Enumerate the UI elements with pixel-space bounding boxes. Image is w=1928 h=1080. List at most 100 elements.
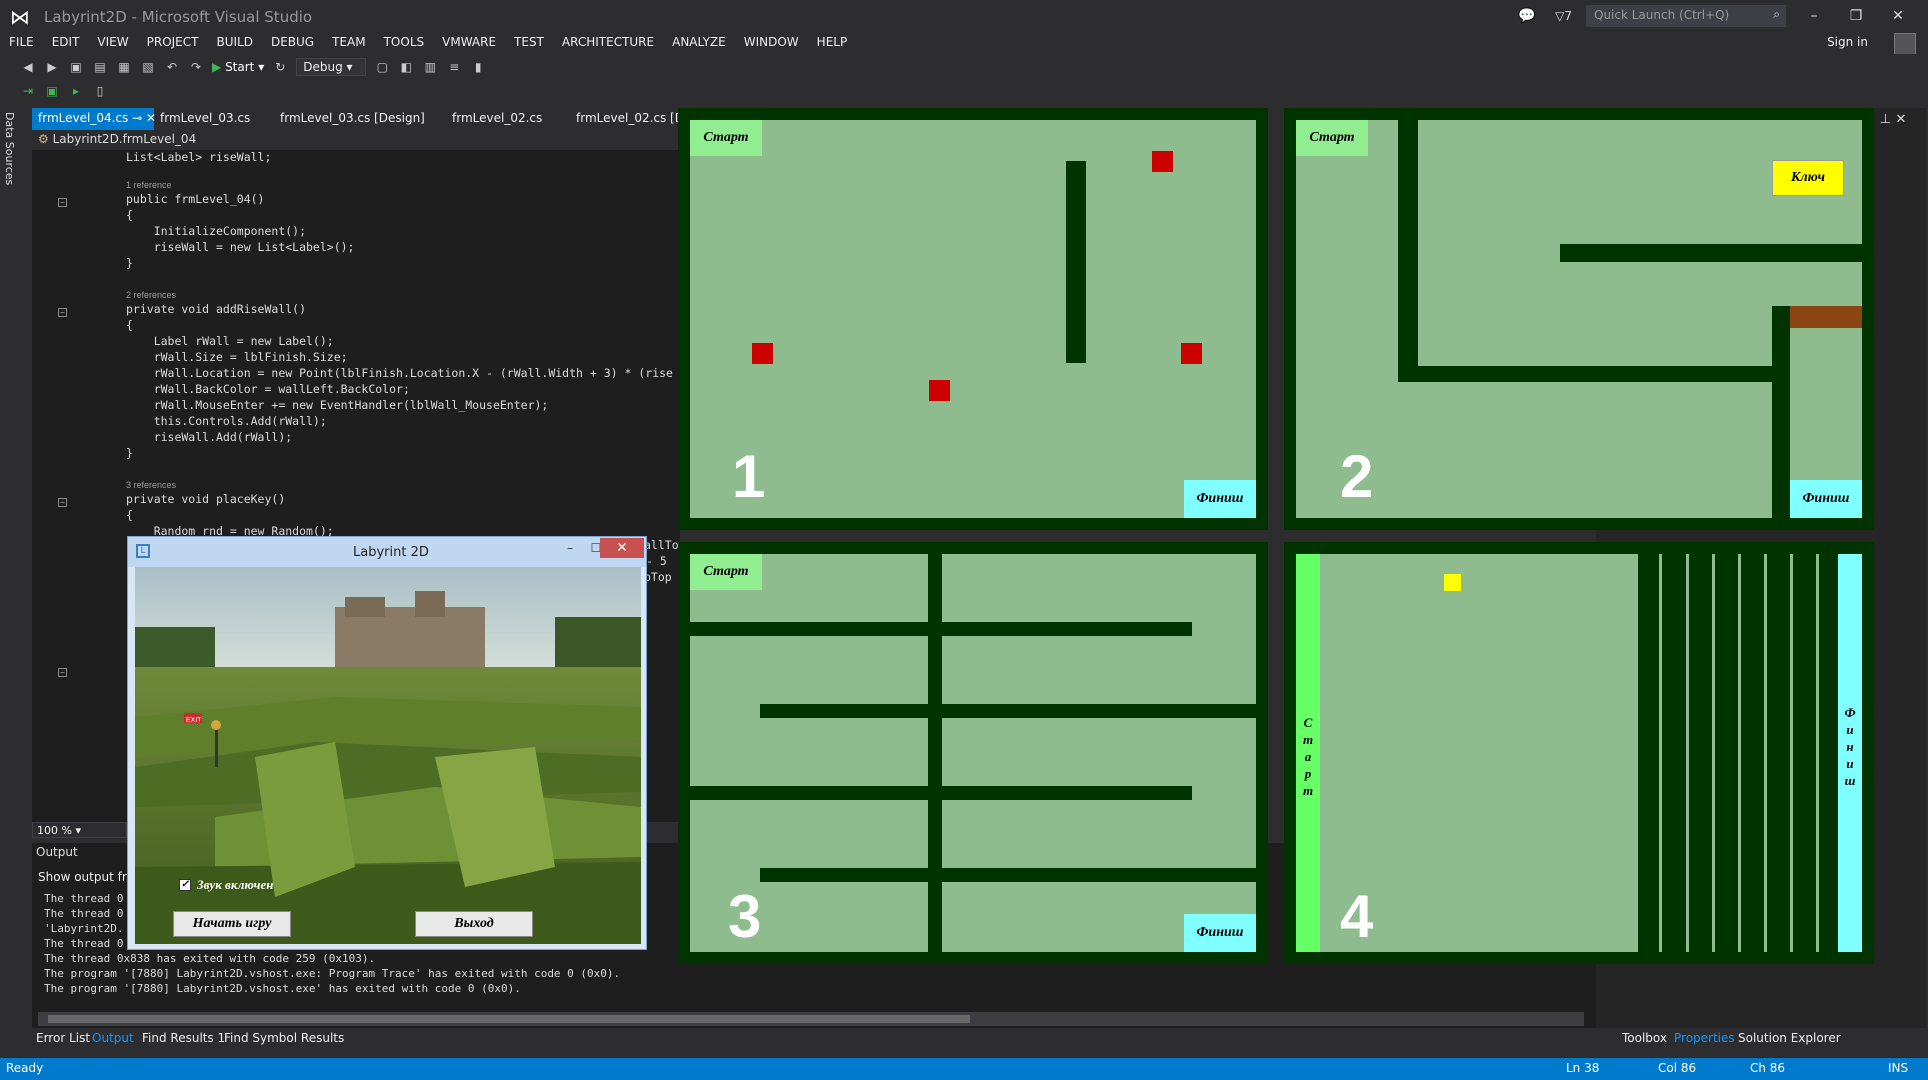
level-number: 4 (1340, 883, 1374, 950)
menu-view[interactable]: VIEW (88, 32, 137, 52)
collapse-toggle-icon[interactable]: − (58, 308, 67, 317)
restore-button[interactable]: ❐ (1842, 8, 1870, 24)
configuration-select[interactable]: Debug ▾ (296, 58, 367, 76)
quick-launch-input[interactable]: Quick Launch (Ctrl+Q) ⌕ (1586, 5, 1786, 27)
build-icon[interactable]: ▣ (44, 83, 60, 99)
code-line: rWall.BackColor = wallLeft.BackColor; (126, 382, 410, 396)
tab-find-symbol-results[interactable]: Find Symbol Results (224, 1031, 344, 1045)
zoom-select[interactable]: 100 % ▾ (32, 822, 127, 838)
menu-team[interactable]: TEAM (323, 32, 374, 52)
start-letter: т (1302, 731, 1314, 747)
minimize-button[interactable]: – (1800, 8, 1828, 24)
save-icon[interactable]: ▦ (116, 59, 132, 75)
menu-analyze[interactable]: ANALYZE (663, 32, 735, 52)
standard-toolbar: ◀ ▶ ▣ ▤ ▦ ▧ ↶ ↷ ▶ Start ▾ ↻ Debug ▾ ▢ ◧ … (0, 54, 1928, 80)
avatar[interactable] (1894, 33, 1916, 55)
menu-build[interactable]: BUILD (207, 32, 261, 52)
data-sources-tab[interactable]: Data Sources (3, 112, 16, 185)
layout-icon[interactable]: ▥ (422, 59, 438, 75)
save-all-icon[interactable]: ▧ (140, 59, 156, 75)
exit-button[interactable]: Выход (415, 911, 533, 937)
reference-count[interactable]: 1 reference (126, 180, 172, 190)
notifications-button[interactable]: ▽7 (1555, 9, 1572, 23)
status-column: Col 86 (1658, 1061, 1697, 1075)
sign-in-link[interactable]: Sign in (1827, 35, 1868, 49)
menu-debug[interactable]: DEBUG (262, 32, 323, 52)
device-icon[interactable]: ◧ (398, 59, 414, 75)
minimize-button[interactable]: – (558, 541, 582, 561)
output-line: The thread 0 (44, 907, 124, 920)
menu-vmware[interactable]: VMWARE (433, 32, 505, 52)
navigation-bar[interactable]: ⚙ Labyrint2D.frmLevel_04 (32, 130, 672, 150)
finish-letter: н (1846, 738, 1854, 754)
trap-block (752, 343, 773, 364)
menu-help[interactable]: HELP (808, 32, 857, 52)
window-icon[interactable]: ▯ (92, 83, 108, 99)
finish-label: Финиш (1184, 914, 1256, 952)
maze-wall (928, 554, 942, 952)
code-line: private void placeKey() (126, 492, 286, 506)
collapse-toggle-icon[interactable]: − (58, 198, 67, 207)
collapse-toggle-icon[interactable]: − (58, 668, 67, 677)
game-dialog: L Labyrint 2D – ☐ ✕ EXIT ✓ Звук включен … (127, 536, 647, 950)
menu-architecture[interactable]: ARCHITECTURE (553, 32, 663, 52)
bookmark-icon[interactable]: ▮ (470, 59, 486, 75)
pin-icon[interactable]: ⊸ (132, 111, 142, 125)
step-icon[interactable]: ⇥ (20, 83, 36, 99)
collapse-toggle-icon[interactable]: − (58, 498, 67, 507)
redo-icon[interactable]: ↷ (188, 59, 204, 75)
open-icon[interactable]: ▤ (92, 59, 108, 75)
tab-frmlevel04[interactable]: frmLevel_04.cs ⊸ ✕ (32, 108, 156, 130)
menu-file[interactable]: FILE (0, 32, 43, 52)
menu-tools[interactable]: TOOLS (375, 32, 434, 52)
menu-bar: FILE EDIT VIEW PROJECT BUILD DEBUG TEAM TOOLS VM… (0, 32, 1928, 54)
tab-error-list[interactable]: Error List (36, 1031, 90, 1045)
reference-count[interactable]: 3 references (126, 480, 176, 490)
menu-test[interactable]: TEST (505, 32, 553, 52)
code-fragment: - 5 (646, 554, 667, 568)
trap-block (929, 380, 950, 401)
menu-edit[interactable]: EDIT (43, 32, 89, 52)
refresh-icon[interactable]: ↻ (272, 59, 288, 75)
status-line: Ln 38 (1566, 1061, 1600, 1075)
feedback-icon[interactable]: 💬 (1513, 8, 1541, 24)
tab-toolbox[interactable]: Toolbox (1622, 1031, 1667, 1045)
run-icon[interactable]: ▸ (68, 83, 84, 99)
menu-window[interactable]: WINDOW (735, 32, 808, 52)
start-game-button[interactable]: Начать игру (173, 911, 291, 937)
tab-label: frmLevel_04.cs (38, 111, 129, 125)
player-marker (1444, 574, 1461, 591)
maze-level-4: Старт Финиш 4 (1284, 542, 1874, 964)
tab-solution-explorer[interactable]: Solution Explorer (1738, 1031, 1841, 1045)
notifications-count: 7 (1564, 9, 1572, 23)
indent-icon[interactable]: ≡ (446, 59, 462, 75)
pane-pin-close[interactable]: ⊥ ✕ (1880, 112, 1906, 127)
back-icon[interactable]: ◀ (20, 59, 36, 75)
menu-project[interactable]: PROJECT (138, 32, 208, 52)
start-letter: р (1304, 765, 1312, 781)
attach-icon[interactable]: ▢ (374, 59, 390, 75)
close-button[interactable]: ✕ (1884, 8, 1912, 24)
tab-properties[interactable]: Properties (1674, 1031, 1735, 1045)
tab-find-results[interactable]: Find Results 1 (142, 1031, 225, 1045)
tab-frmlevel03[interactable]: frmLevel_03.cs (154, 108, 256, 130)
sound-label: Звук включен (197, 877, 274, 892)
scrollbar-thumb[interactable] (48, 1015, 970, 1023)
reference-count[interactable]: 2 references (126, 290, 176, 300)
tab-frmlevel03-design[interactable]: frmLevel_03.cs [Design] (274, 108, 431, 130)
close-button[interactable]: ✕ (600, 538, 644, 558)
start-button[interactable]: ▶ Start ▾ (212, 60, 264, 74)
code-line: rWall.Location = new Point(lblFinish.Loc… (126, 366, 673, 380)
forward-icon[interactable]: ▶ (44, 59, 60, 75)
tab-output[interactable]: Output (92, 1031, 134, 1045)
sound-checkbox[interactable]: ✓ Звук включен (179, 877, 274, 893)
tab-frmlevel02[interactable]: frmLevel_02.cs (446, 108, 548, 130)
checkbox-checked-icon: ✓ (179, 879, 191, 891)
new-project-icon[interactable]: ▣ (68, 59, 84, 75)
status-char: Ch 86 (1750, 1061, 1786, 1075)
trap-block (1152, 151, 1173, 172)
horizontal-scrollbar[interactable] (38, 1012, 1584, 1026)
maze-wall (1772, 306, 1790, 518)
undo-icon[interactable]: ↶ (164, 59, 180, 75)
class-icon: ⚙ (38, 132, 49, 146)
